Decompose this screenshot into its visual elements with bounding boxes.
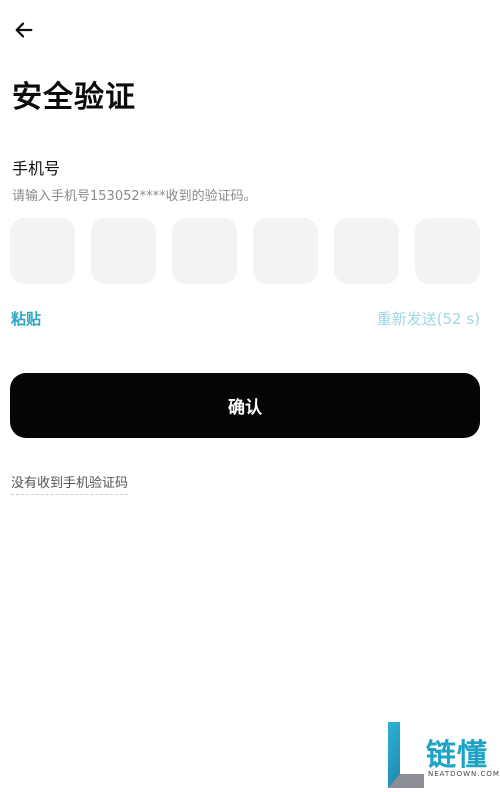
watermark-subtitle: NEATDOWN.COM	[428, 770, 500, 778]
watermark-l-icon	[388, 722, 424, 788]
no-code-help-link[interactable]: 没有收到手机验证码	[11, 472, 129, 495]
confirm-button[interactable]: 确认	[10, 373, 480, 438]
watermark-title: 链懂	[426, 738, 488, 773]
code-digit-1[interactable]	[10, 218, 75, 284]
phone-label: 手机号	[12, 159, 61, 178]
paste-button[interactable]: 粘贴	[11, 308, 41, 329]
resend-countdown: 重新发送(52 s)	[376, 310, 480, 328]
verification-hint: 请输入手机号153052****收到的验证码。	[12, 189, 257, 204]
code-digit-5[interactable]	[334, 218, 399, 284]
code-digit-3[interactable]	[172, 218, 237, 284]
page-title: 安全验证	[12, 80, 136, 115]
watermark-logo: 链懂 NEATDOWN.COM	[388, 722, 500, 788]
code-digit-4[interactable]	[253, 218, 318, 284]
code-digit-2[interactable]	[91, 218, 156, 284]
code-digit-6[interactable]	[415, 218, 480, 284]
code-input-row	[10, 218, 480, 284]
back-button[interactable]	[10, 16, 38, 44]
arrow-left-icon	[15, 22, 33, 38]
